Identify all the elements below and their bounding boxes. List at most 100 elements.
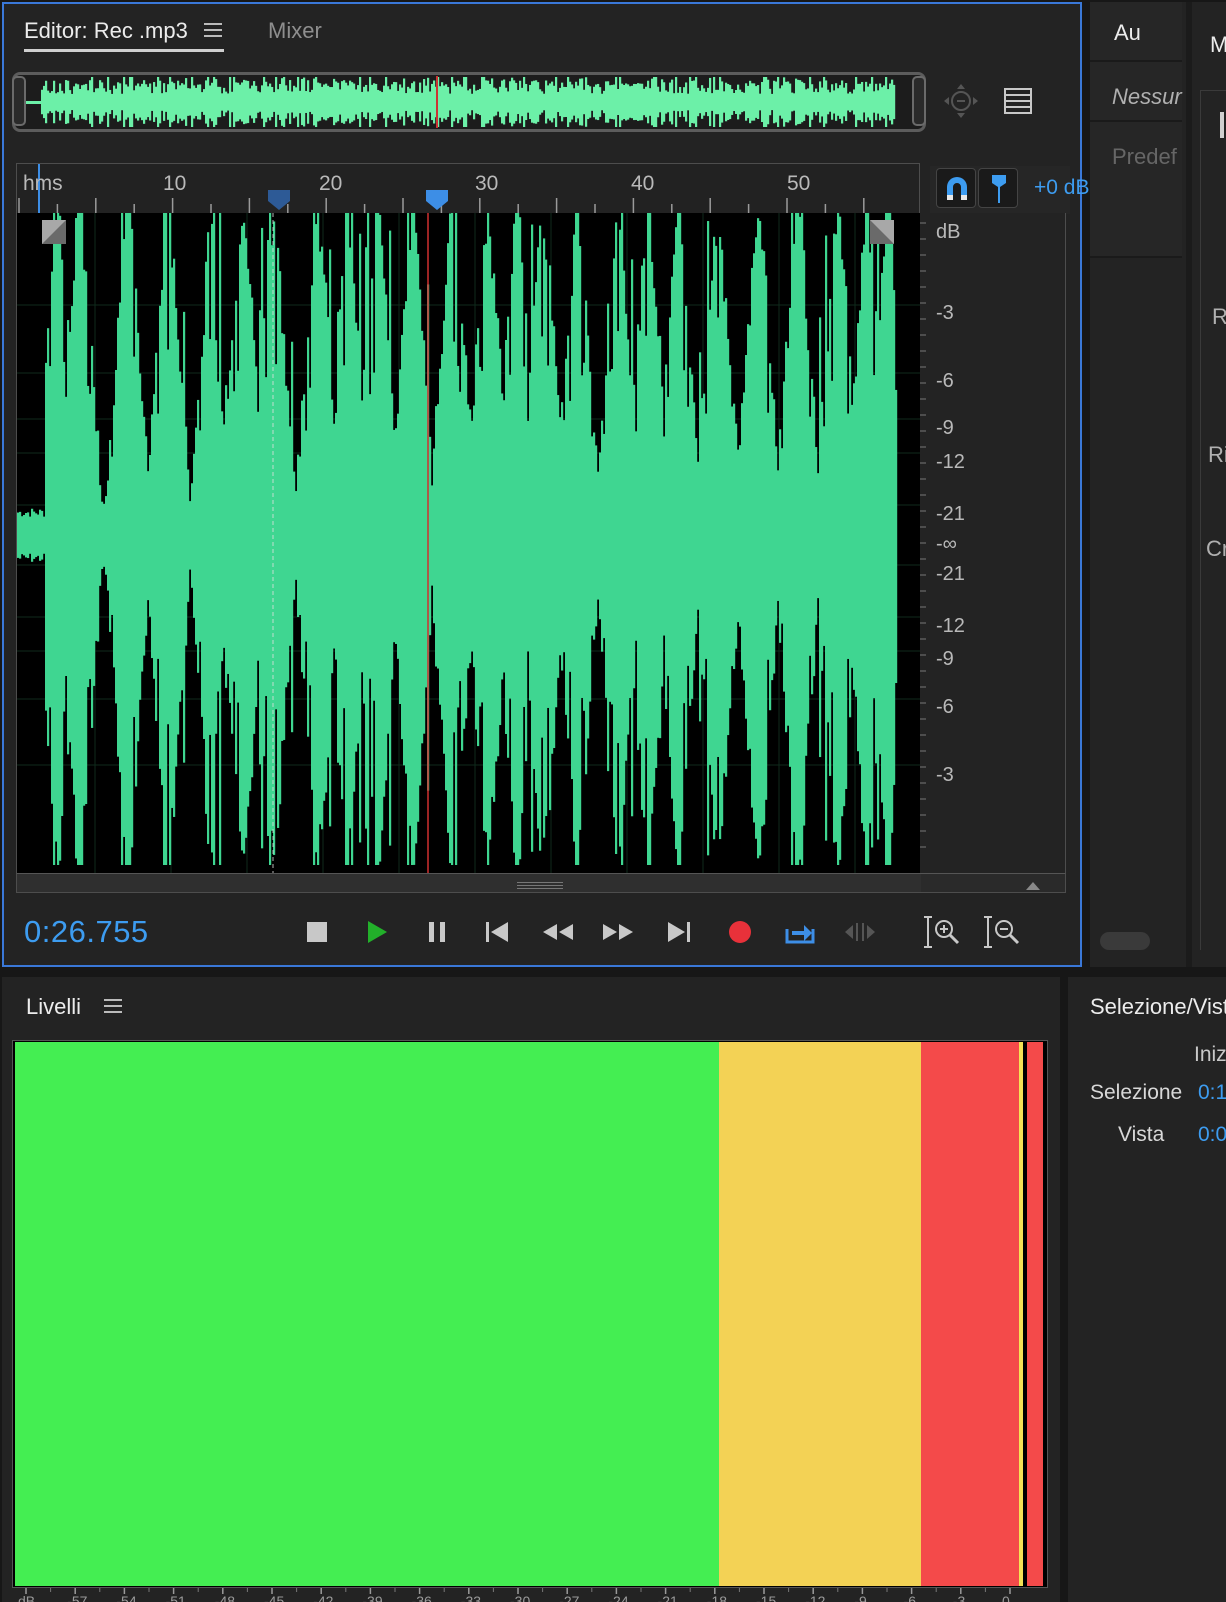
selection-start-value[interactable]: 0:1 [1198,1081,1226,1105]
play-icon [368,921,387,943]
ruler-tick-label: 40 [631,172,655,195]
meter-tick-label: -36 [411,1593,432,1602]
meter-tick-label: -48 [214,1593,236,1602]
meter-tick-label: -9 [854,1593,867,1602]
loop-playback-button[interactable] [778,910,822,954]
preset-default-item[interactable]: Predef [1112,144,1177,170]
stop-icon [307,922,327,942]
overview-playhead [436,76,438,128]
meter-tick-label: -21 [657,1593,678,1602]
selection-start-marker[interactable] [268,190,290,210]
meter-green-segment [15,1042,719,1586]
rewind-button[interactable] [536,910,580,954]
horizontal-scrollbar[interactable] [16,873,1066,893]
fast-forward-icon [603,924,633,940]
meter-tick-label: -3 [952,1593,966,1602]
meter-yellow-segment [719,1042,921,1586]
view-row-label: Vista [1118,1123,1165,1146]
db-label: -21 [936,563,965,585]
go-to-end-button[interactable] [657,910,701,954]
meter-clip-indicator[interactable] [1027,1042,1043,1586]
stop-button[interactable] [295,910,339,954]
scrollbar-thumb[interactable] [17,874,921,892]
zoom-in-amplitude-button[interactable] [920,910,964,954]
waveform-display[interactable] [16,213,920,873]
ruler-unit-label: hms [23,172,63,195]
level-meter [12,1040,1048,1588]
fade-out-handle[interactable] [870,220,894,244]
meter-tick-label: -42 [313,1593,334,1602]
fade-in-handle[interactable] [42,220,66,244]
db-label: -6 [936,696,954,718]
current-time-display[interactable]: 0:26.755 [24,914,149,950]
overview-right-handle[interactable] [912,76,926,126]
ruler-tick-label: 20 [319,172,343,195]
meter-tick-label: -33 [460,1593,482,1602]
ruler-tick-label: 30 [475,172,499,195]
pause-icon [429,922,445,942]
media-tab-indicator [1220,112,1224,138]
meter-tick-label: -39 [362,1593,383,1602]
tab-mixer[interactable]: Mixer [268,18,322,44]
pause-button[interactable] [415,910,459,954]
time-ruler[interactable]: hms 10 20 30 40 50 [16,163,920,214]
scroll-up-arrow-icon[interactable] [1025,878,1041,890]
meter-tick-label: -24 [608,1593,629,1602]
meter-tick-label: -15 [756,1593,777,1602]
tab-media[interactable]: M [1210,32,1226,58]
preset-none-item[interactable]: Nessur [1112,84,1182,110]
editor-panel-menu-icon[interactable] [204,22,222,38]
record-icon [729,921,751,943]
levels-panel-menu-icon[interactable] [104,998,122,1014]
selection-view-title: Selezione/Vista [1090,994,1226,1019]
meter-tick-label: -30 [510,1593,531,1602]
fast-forward-button[interactable] [596,910,640,954]
view-start-value[interactable]: 0:0 [1198,1123,1226,1147]
meter-red-segment [921,1042,1019,1586]
play-button[interactable] [355,910,399,954]
meter-peak-hold [1019,1042,1023,1586]
db-label: -6 [936,370,954,392]
db-label: -3 [936,302,954,324]
db-unit-label: dB [936,221,961,243]
db-label: -21 [936,503,965,525]
ruler-tick-label: 50 [787,172,811,195]
panel-scrollbar-thumb[interactable] [1100,932,1150,950]
meter-tick-label: 0 [1002,1593,1010,1602]
meter-tick-label: -57 [67,1593,88,1602]
amplitude-gain-value[interactable]: +0 dB [1034,176,1089,200]
skip-selection-icon [845,923,875,941]
scrollbar-grip-icon [517,878,563,889]
zoom-in-amplitude-icon [924,916,960,948]
overview-left-handle[interactable] [12,76,26,126]
media-list-frame [1200,90,1226,950]
rewind-icon [543,924,573,940]
amplitude-scale[interactable]: dB -3 -6 -9 -12 -21 -∞ -21 -12 -9 -6 -3 [920,213,1066,873]
skip-selection-button[interactable] [838,910,882,954]
tab-audio[interactable]: Au [1114,20,1141,46]
meter-tick-label: -18 [706,1593,728,1602]
db-label: -12 [936,615,965,637]
active-tab-indicator [24,49,224,52]
divider [1090,60,1182,62]
start-column-header: Iniz [1194,1043,1226,1066]
side-label: R [1212,304,1226,329]
side-label: Ri [1208,442,1226,467]
db-label: -12 [936,451,965,473]
zoom-navigator-icon[interactable] [944,84,978,118]
marker-snap-button[interactable] [978,168,1018,208]
go-to-start-button[interactable] [475,910,519,954]
skip-forward-icon [668,922,690,942]
zoom-out-amplitude-button[interactable] [980,910,1024,954]
snap-toggle-button[interactable] [936,168,976,208]
tab-editor[interactable]: Editor: Rec .mp3 [24,18,188,44]
playhead-marker[interactable] [426,190,448,210]
levels-title: Livelli [26,994,82,1019]
selection-row-label: Selezione [1090,1081,1183,1104]
waveform-overview[interactable] [12,72,926,132]
db-label: -9 [936,417,954,439]
multitrack-list-icon[interactable] [1004,88,1032,114]
meter-tick-label: -54 [116,1593,137,1602]
record-button[interactable] [718,910,762,954]
side-label: Cr [1206,536,1226,561]
